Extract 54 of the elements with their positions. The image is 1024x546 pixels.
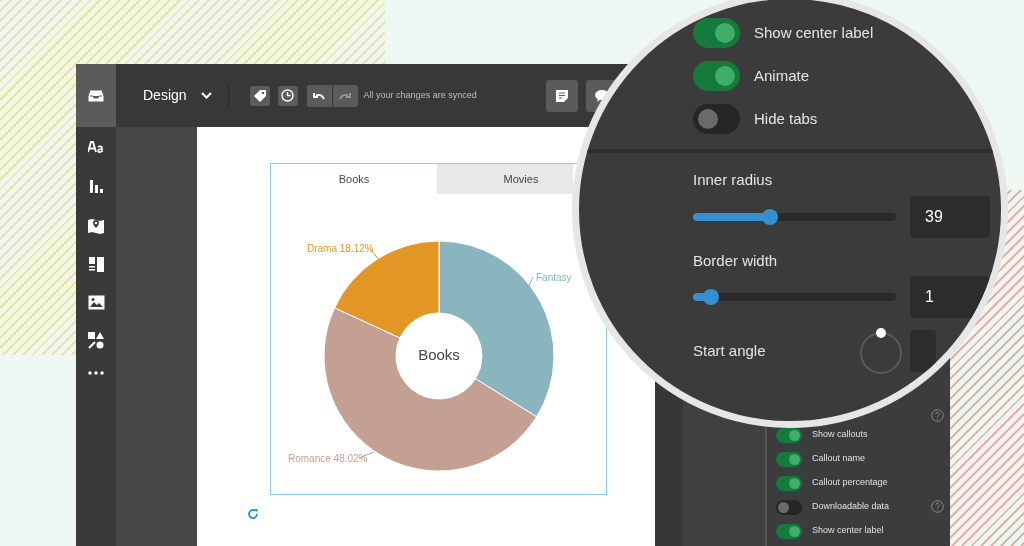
setting-label: Hide tabs [754, 108, 818, 129]
center-label: Books [417, 345, 461, 365]
undo-icon [313, 91, 326, 100]
toggle-switch[interactable] [776, 475, 802, 491]
chevron-down-icon[interactable] [200, 92, 212, 99]
setting-label: Callout percentage [812, 476, 888, 490]
setting-label: Inner radius [693, 170, 774, 190]
more-icon[interactable] [88, 371, 104, 375]
note-icon [555, 89, 568, 102]
toggle-switch[interactable] [776, 523, 802, 539]
toggle-switch[interactable] [693, 18, 740, 48]
angle-input[interactable] [910, 330, 936, 372]
angle-dial[interactable] [858, 328, 904, 374]
callout-label: Romance 48.02% [288, 453, 368, 464]
setting-label: Callout name [812, 452, 866, 466]
map-pin-icon[interactable] [88, 217, 104, 234]
layout-icon[interactable] [88, 256, 104, 273]
value-input[interactable]: 1 [910, 276, 990, 318]
tag-icon [253, 89, 266, 102]
slider-thumb[interactable] [703, 289, 720, 305]
image-icon[interactable] [87, 295, 105, 310]
toggle-switch[interactable] [776, 451, 802, 467]
text-icon[interactable] [88, 139, 104, 156]
history-button[interactable] [277, 85, 298, 106]
setting-label: Downloadable data [812, 500, 890, 514]
setting-label: Show center label [812, 524, 884, 538]
shapes-icon[interactable] [88, 332, 104, 349]
redo-button[interactable] [332, 84, 358, 107]
undo-button[interactable] [306, 84, 332, 107]
toggle-switch[interactable] [693, 61, 740, 91]
slider-thumb[interactable] [762, 208, 779, 225]
notes-button[interactable] [545, 79, 578, 112]
toggle-switch[interactable] [693, 104, 740, 134]
tag-button[interactable] [249, 85, 270, 106]
toggle-switch[interactable] [776, 499, 802, 515]
setting-label: Show center label [754, 22, 874, 43]
chart-tab[interactable]: Movies [437, 164, 573, 194]
refresh-icon[interactable] [247, 508, 259, 520]
mode-label[interactable]: Design [143, 85, 187, 106]
clock-icon [281, 89, 295, 102]
callout-label: Fantasy [536, 272, 572, 283]
redo-icon [339, 91, 352, 100]
bar-chart-icon[interactable] [89, 178, 103, 195]
value-input[interactable]: 39 [910, 195, 990, 238]
setting-label: Start angle [693, 340, 767, 361]
toggle-switch[interactable] [776, 427, 802, 443]
setting-label: Animate [754, 65, 810, 86]
help-icon[interactable] [931, 409, 944, 422]
tray-icon[interactable] [88, 89, 104, 102]
callout-label: Drama 18.12% [307, 243, 374, 254]
sync-status: All your changes are synced [363, 88, 477, 102]
setting-label: Border width [693, 250, 779, 271]
help-icon[interactable] [931, 500, 944, 513]
setting-label: Show callouts [812, 428, 868, 442]
